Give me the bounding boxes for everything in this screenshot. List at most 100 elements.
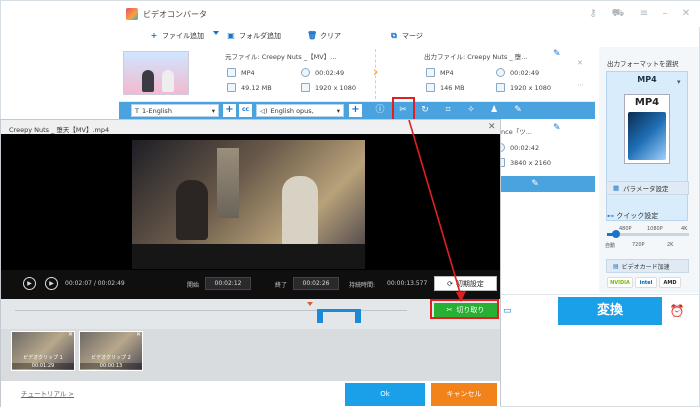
player-controls: ▶ ▶ 00:02:07 / 00:02:49 開始 00:02:12 終了 0… [1, 270, 500, 299]
watermark-icon[interactable]: ♟ [487, 103, 501, 117]
slider-knob[interactable] [612, 230, 620, 238]
tick-label: 自動 [605, 243, 616, 249]
video-scene-building [217, 148, 239, 218]
merge-label: マージ [402, 32, 423, 40]
format-name: MP4 [637, 75, 657, 84]
source-file-name: 元ファイル: Creepy Nuts _【MV】... [225, 53, 337, 61]
subtitle-edit-icon[interactable]: ✎ [511, 103, 525, 117]
source-resolution: 1920 x 1080 [315, 84, 357, 92]
add-audio-button[interactable]: + [349, 104, 362, 117]
clip-item[interactable]: ビデオクリップ 1 00:01:29 ✕ [11, 331, 75, 371]
format-select-label: 出力フォーマットを選択 [607, 60, 679, 68]
plus-icon: + [150, 31, 158, 40]
app-logo [126, 8, 138, 20]
gpu-acceleration-label: ビデオカード加速 [621, 263, 670, 271]
output-format: MP4 [440, 69, 454, 77]
merge-button[interactable]: ⧉ マージ [389, 31, 423, 41]
parameter-settings-button[interactable]: ▦ パラメータ設定 [606, 181, 689, 195]
add-file-label: ファイル追加 [162, 32, 204, 40]
edit-toolbar-2: ✎ [501, 176, 595, 192]
add-subtitle-button[interactable]: + [223, 104, 236, 117]
subtitle-select[interactable]: T 1-English ▾ [131, 104, 219, 117]
cut-label: 切り取り [456, 306, 485, 314]
chevron-down-icon: ▾ [677, 78, 681, 86]
folder-icon[interactable]: ▭ [503, 306, 512, 316]
video-scene-desk [132, 244, 365, 269]
cc-button[interactable]: cc [239, 104, 252, 117]
edit-toolbar: T 1-English ▾ + cc ◁) English opus, ▾ + … [119, 102, 595, 119]
quality-slider[interactable] [607, 230, 689, 238]
reset-button[interactable]: ⟳ 初期設定 [434, 276, 497, 291]
clip-name: ビデオクリップ 2 [91, 355, 131, 361]
playhead-marker[interactable] [307, 302, 313, 306]
output-file-name: nce「ツ... [501, 128, 532, 136]
gpu-acceleration-button[interactable]: ▤ ビデオカード加速 [606, 259, 689, 273]
format-icon [426, 68, 435, 77]
chevron-down-icon[interactable] [213, 31, 219, 35]
close-icon[interactable]: ✕ [136, 332, 141, 338]
add-folder-label: フォルダ追加 [239, 32, 281, 40]
file-row-1[interactable]: 元ファイル: Creepy Nuts _【MV】... MP4 00:02:49… [119, 47, 596, 102]
quick-settings-label: ⊷ クイック設定 [607, 211, 658, 221]
start-time-input[interactable]: 00:02:12 [205, 277, 251, 290]
convert-button[interactable]: 変換 [558, 297, 662, 325]
info-icon[interactable]: ⓘ [373, 103, 387, 117]
quick-settings-text: クイック設定 [616, 212, 659, 220]
clip-item[interactable]: ビデオクリップ 2 00:00:13 ✕ [79, 331, 143, 371]
output-panel: 出力フォーマットを選択 MP4 ▾ MP4 ▦ パラメータ設定 ⊷ クイック設定… [599, 47, 699, 293]
trim-start-handle[interactable] [317, 309, 323, 323]
thumb-figure [142, 70, 154, 92]
end-time-input[interactable]: 00:02:26 [293, 277, 339, 290]
edit-name-icon[interactable]: ✎ [553, 123, 561, 133]
close-icon[interactable]: ✕ [488, 122, 496, 132]
cart-icon[interactable]: ⛟ [611, 7, 625, 21]
output-file-name: 出力ファイル: Creepy Nuts _ 堕... [424, 53, 528, 61]
source-duration: 00:02:49 [315, 69, 345, 77]
add-folder-button[interactable]: ▣ フォルダ追加 [226, 31, 281, 41]
key-icon[interactable]: ⚷ [586, 7, 600, 21]
remove-file-icon[interactable]: ✕ [577, 59, 583, 67]
play-icon[interactable]: ▶ [23, 277, 36, 290]
mp4-icon: MP4 [624, 94, 670, 164]
row-divider [375, 49, 376, 99]
trim-end-handle[interactable] [355, 309, 361, 323]
tick-label: 720P [632, 242, 645, 248]
alarm-icon[interactable]: ⏰ [669, 304, 685, 318]
trim-timeline[interactable]: ✂ 切り取り [1, 299, 500, 329]
subtitle-edit-icon[interactable]: ✎ [528, 177, 542, 191]
output-duration: 00:02:42 [510, 144, 540, 152]
format-selector[interactable]: MP4 ▾ MP4 [606, 71, 688, 221]
more-icon[interactable]: ⋯ [577, 81, 584, 89]
step-play-icon[interactable]: ▶ [45, 277, 58, 290]
edit-name-icon[interactable]: ✎ [553, 49, 561, 59]
add-file-button[interactable]: + ファイル追加 [149, 31, 204, 41]
rotate-icon[interactable]: ↻ [418, 103, 432, 117]
menu-icon[interactable]: ≡ [637, 7, 651, 21]
gpu-icon: ▤ [613, 262, 619, 270]
audio-track-select[interactable]: ◁) English opus, ▾ [256, 104, 344, 117]
clear-button[interactable]: 🗑 クリア [307, 31, 341, 41]
nvidia-badge: NVIDIA [607, 277, 633, 288]
trash-icon: 🗑 [307, 31, 318, 40]
close-icon[interactable]: ✕ [68, 332, 73, 338]
title-bar: ビデオコンバータ ⚷ ⛟ ≡ – ✕ [1, 1, 700, 27]
resolution-icon [496, 83, 505, 92]
cancel-button[interactable]: キャンセル [431, 383, 497, 406]
ok-button[interactable]: Ok [345, 383, 425, 406]
start-label: 開始 [187, 282, 200, 289]
effects-icon[interactable]: ✧ [464, 103, 478, 117]
video-scene-figure [282, 176, 318, 246]
minimize-icon[interactable]: – [658, 7, 672, 21]
close-icon[interactable]: ✕ [679, 7, 693, 21]
tick-label: 480P [619, 226, 632, 232]
tick-label: 1080P [647, 226, 663, 232]
settings-icon: ▦ [613, 184, 620, 192]
tutorial-link[interactable]: チュートリアル > [21, 388, 74, 398]
cut-button[interactable]: ✂ 切り取り [434, 303, 497, 317]
dialog-title: Creepy Nuts _ 堕天【MV】.mp4 [9, 126, 110, 134]
amd-badge: AMD [659, 277, 681, 288]
source-format: MP4 [241, 69, 255, 77]
merge-icon: ⧉ [391, 31, 397, 40]
speaker-icon: ◁) [260, 106, 268, 115]
crop-icon[interactable]: ⌗ [441, 103, 455, 117]
